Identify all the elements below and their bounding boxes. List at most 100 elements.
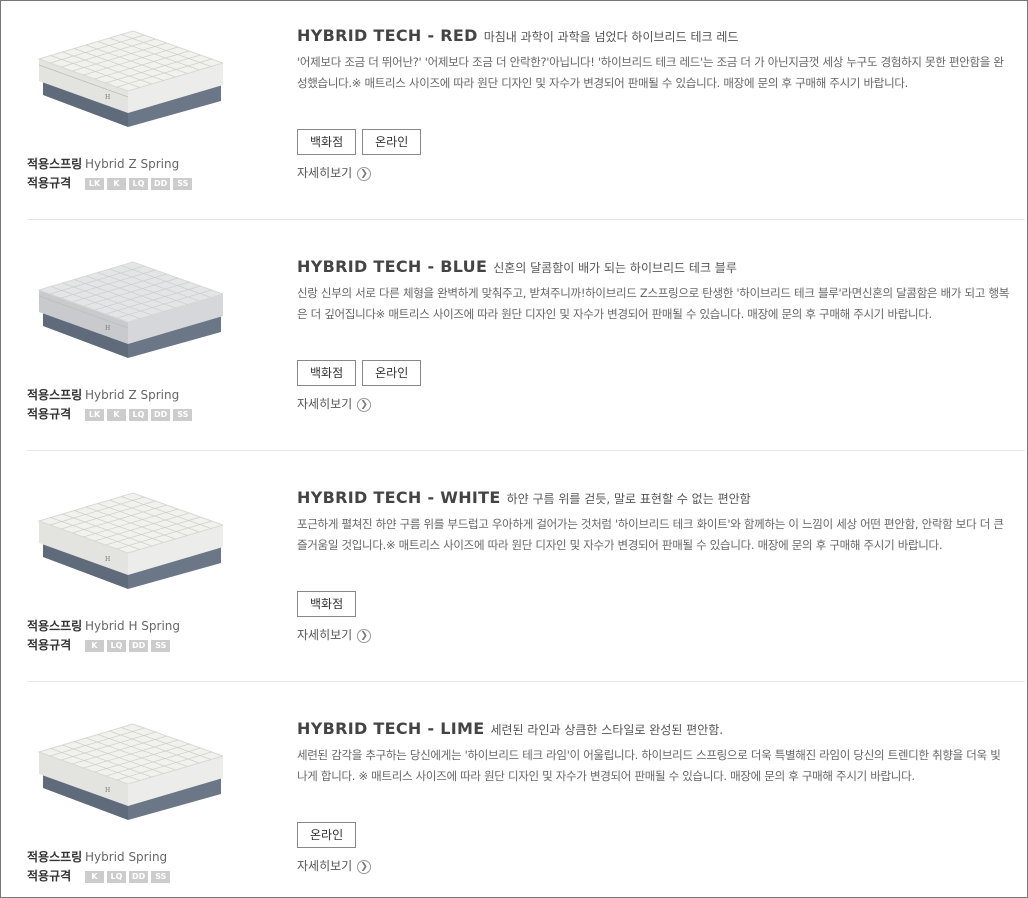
- spring-label: 적용스프링: [27, 157, 83, 171]
- size-badge: DD: [151, 177, 171, 190]
- more-label: 자세히보기: [297, 859, 353, 873]
- divider: [27, 219, 1025, 220]
- size-badge: DD: [129, 639, 149, 652]
- size-label: 적용규격: [27, 638, 72, 652]
- chevron-right-circle-icon: ❯: [357, 859, 372, 874]
- product-name[interactable]: HYBRID TECH - RED: [297, 26, 478, 45]
- size-badges: LK K LQ DD SS: [85, 177, 193, 190]
- product-description: 신랑 신부의 서로 다른 체형을 완벽하게 맞춰주고, 받쳐주니까!하이브리드 …: [297, 286, 1009, 321]
- spring-label: 적용스프링: [27, 388, 83, 402]
- mattress-logo: H: [105, 94, 110, 101]
- size-badge: SS: [151, 870, 171, 883]
- size-spec: 적용규격 K LQ DD SS: [27, 636, 171, 654]
- product-name[interactable]: HYBRID TECH - BLUE: [297, 257, 487, 276]
- size-spec: 적용규격 LK K LQ DD SS: [27, 405, 193, 423]
- online-store-button[interactable]: 온라인: [362, 129, 422, 155]
- size-badge: LQ: [129, 408, 148, 421]
- product-description: 포근하게 펼쳐진 하얀 구름 위를 부드럽고 우아하게 걸어가는 것처럼 '하이…: [297, 517, 1004, 552]
- product-slogan: 신혼의 달콤함이 배가 되는 하이브리드 테크 블루: [493, 261, 737, 275]
- size-badge: K: [107, 408, 126, 421]
- mattress-image[interactable]: H: [33, 481, 223, 589]
- product-slogan: 마침내 과학이 과학을 넘었다 하이브리드 테크 레드: [483, 30, 739, 44]
- online-store-button[interactable]: 온라인: [297, 822, 357, 848]
- spring-value: Hybrid Spring: [85, 850, 168, 864]
- size-badges: K LQ DD SS: [85, 639, 171, 652]
- mattress-image[interactable]: H: [33, 250, 223, 358]
- size-badges: LK K LQ DD SS: [85, 408, 193, 421]
- product-description: 세련된 감각을 추구하는 당신에게는 '하이브리드 테크 라임'이 어울립니다.…: [297, 748, 1001, 783]
- mattress-logo: H: [105, 325, 110, 332]
- divider: [27, 450, 1025, 451]
- department-store-button[interactable]: 백화점: [297, 129, 357, 155]
- product-list: H 적용스프링 Hybrid Z Spring 적용규격 LK K LQ DD SS HYB…: [0, 0, 1028, 898]
- product-name[interactable]: HYBRID TECH - WHITE: [297, 488, 501, 507]
- product-slogan: 세련된 라인과 상큼한 스타일로 완성된 편안함.: [490, 723, 724, 737]
- divider: [27, 681, 1025, 682]
- product-info: HYBRID TECH - BLUE 신혼의 달콤함이 배가 되는 하이브리드 테…: [297, 232, 1009, 413]
- spring-value: Hybrid Z Spring: [85, 157, 180, 171]
- chevron-right-circle-icon: ❯: [357, 628, 372, 643]
- online-store-button[interactable]: 온라인: [362, 360, 422, 386]
- size-badge: LK: [85, 408, 104, 421]
- product-info: HYBRID TECH - RED 마침내 과학이 과학을 넘었다 하이브리드 테…: [297, 1, 1009, 182]
- product-card-2: H 적용스프링 Hybrid Z Spring 적용규격 LK K LQ DD SS HYB…: [27, 232, 1025, 463]
- purchase-buttons: 백화점: [297, 591, 1009, 617]
- mattress-image[interactable]: H: [33, 19, 223, 127]
- product-title: HYBRID TECH - LIME 세련된 라인과 상큼한 스타일로 완성된 편…: [297, 694, 1009, 740]
- department-store-button[interactable]: 백화점: [297, 591, 357, 617]
- product-title: HYBRID TECH - RED 마침내 과학이 과학을 넘었다 하이브리드 테…: [297, 1, 1009, 47]
- spring-spec: 적용스프링 Hybrid Z Spring: [27, 155, 179, 173]
- product-title: HYBRID TECH - WHITE 하얀 구름 위를 걷듯, 말로 표현할 수…: [297, 463, 1009, 509]
- size-label: 적용규격: [27, 407, 72, 421]
- spring-value: Hybrid Z Spring: [85, 388, 180, 402]
- purchase-buttons: 백화점 온라인: [297, 129, 1009, 155]
- size-badges: K LQ DD SS: [85, 870, 171, 883]
- purchase-buttons: 온라인: [297, 822, 1009, 848]
- size-spec: 적용규격 LK K LQ DD SS: [27, 174, 193, 192]
- size-spec: 적용규격 K LQ DD SS: [27, 867, 171, 885]
- mattress-logo: H: [105, 556, 110, 563]
- more-label: 자세히보기: [297, 397, 353, 411]
- size-badge: LK: [85, 177, 104, 190]
- size-badge: DD: [129, 870, 149, 883]
- more-link[interactable]: 자세히보기 ❯: [297, 395, 1009, 413]
- product-name[interactable]: HYBRID TECH - LIME: [297, 719, 484, 738]
- product-card-1: H 적용스프링 Hybrid Z Spring 적용규격 LK K LQ DD SS HYB…: [27, 1, 1025, 232]
- size-badge: SS: [173, 177, 193, 190]
- product-info: HYBRID TECH - LIME 세련된 라인과 상큼한 스타일로 완성된 편…: [297, 694, 1009, 875]
- purchase-buttons: 백화점 온라인: [297, 360, 1009, 386]
- size-badge: LQ: [129, 177, 148, 190]
- mattress-image[interactable]: H: [33, 712, 223, 820]
- size-badge: SS: [173, 408, 193, 421]
- department-store-button[interactable]: 백화점: [297, 360, 357, 386]
- more-link[interactable]: 자세히보기 ❯: [297, 626, 1009, 644]
- product-slogan: 하얀 구름 위를 걷듯, 말로 표현할 수 없는 편안함: [506, 492, 751, 506]
- size-badge: K: [107, 177, 126, 190]
- mattress-logo: H: [105, 787, 110, 794]
- size-badge: LQ: [107, 639, 126, 652]
- size-badge: K: [85, 870, 104, 883]
- more-label: 자세히보기: [297, 628, 353, 642]
- size-badge: K: [85, 639, 104, 652]
- product-card-3: H 적용스프링 Hybrid H Spring 적용규격 K LQ DD SS HYBRI…: [27, 463, 1025, 694]
- spring-spec: 적용스프링 Hybrid Spring: [27, 848, 167, 866]
- more-link[interactable]: 자세히보기 ❯: [297, 857, 1009, 875]
- chevron-right-circle-icon: ❯: [357, 166, 372, 181]
- spring-label: 적용스프링: [27, 850, 83, 864]
- more-label: 자세히보기: [297, 166, 353, 180]
- more-link[interactable]: 자세히보기 ❯: [297, 164, 1009, 182]
- size-badge: DD: [151, 408, 171, 421]
- size-badge: SS: [151, 639, 171, 652]
- size-badge: LQ: [107, 870, 126, 883]
- chevron-right-circle-icon: ❯: [357, 397, 372, 412]
- size-label: 적용규격: [27, 869, 72, 883]
- product-card-4: H 적용스프링 Hybrid Spring 적용규격 K LQ DD SS HYBRID …: [27, 694, 1025, 897]
- spring-value: Hybrid H Spring: [85, 619, 181, 633]
- spring-label: 적용스프링: [27, 619, 83, 633]
- product-title: HYBRID TECH - BLUE 신혼의 달콤함이 배가 되는 하이브리드 테…: [297, 232, 1009, 278]
- product-info: HYBRID TECH - WHITE 하얀 구름 위를 걷듯, 말로 표현할 수…: [297, 463, 1009, 644]
- spring-spec: 적용스프링 Hybrid Z Spring: [27, 386, 179, 404]
- product-description: '어제보다 조금 더 뛰어난?' '어제보다 조금 더 안락한?'아닙니다! '…: [297, 55, 1004, 90]
- spring-spec: 적용스프링 Hybrid H Spring: [27, 617, 180, 635]
- size-label: 적용규격: [27, 176, 72, 190]
